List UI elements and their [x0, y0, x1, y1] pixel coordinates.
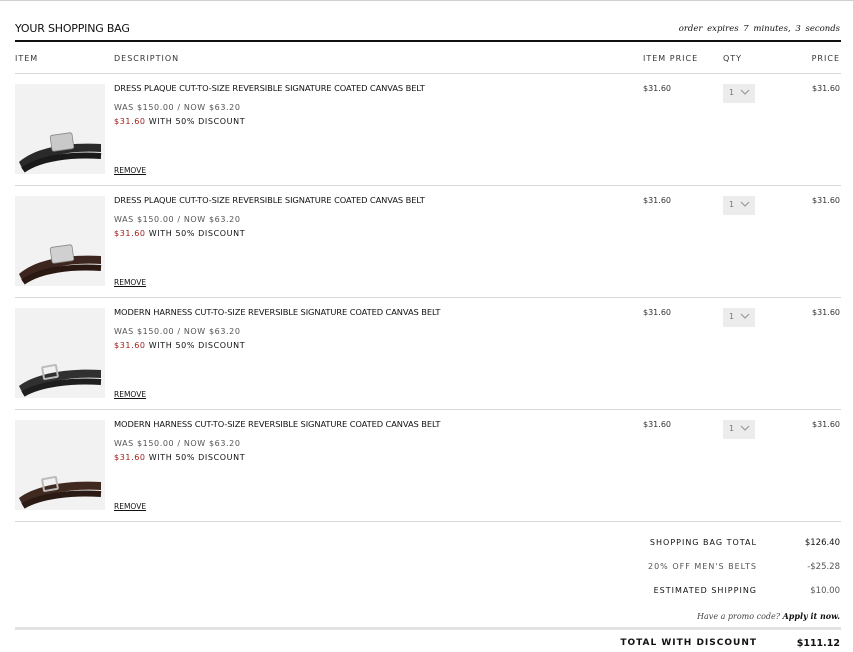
column-header-description: DESCRIPTION: [114, 54, 180, 63]
total-divider: [15, 627, 841, 630]
discount-line: $31.60 WITH 50% DISCOUNT: [114, 117, 245, 126]
discount-text: WITH 50% DISCOUNT: [145, 453, 246, 462]
cart-item-row: DRESS PLAQUE CUT-TO-SIZE REVERSIBLE SIGN…: [0, 186, 853, 298]
discount-line: $31.60 WITH 50% DISCOUNT: [114, 453, 245, 462]
discount-price: $31.60: [114, 117, 146, 126]
line-price: $31.60: [812, 196, 840, 205]
price-was-now: WAS $150.00 / NOW $63.20: [114, 439, 241, 448]
discount-text: WITH 50% DISCOUNT: [145, 229, 246, 238]
total-value: $111.12: [796, 638, 840, 649]
column-header-qty: QTY: [723, 54, 743, 63]
bag-total-label: SHOPPING BAG TOTAL: [649, 538, 757, 547]
chevron-down-icon: [740, 313, 750, 319]
product-thumbnail[interactable]: [15, 84, 105, 174]
discount-line: $31.60 WITH 50% DISCOUNT: [114, 341, 245, 350]
shipping-value: $10.00: [810, 586, 840, 596]
remove-link[interactable]: REMOVE: [114, 390, 146, 399]
quantity-select[interactable]: 1: [723, 84, 755, 103]
cart-item-row: DRESS PLAQUE CUT-TO-SIZE REVERSIBLE SIGN…: [0, 74, 853, 186]
shipping-label: ESTIMATED SHIPPING: [653, 586, 757, 595]
discount-text: WITH 50% DISCOUNT: [145, 117, 246, 126]
quantity-select[interactable]: 1: [723, 420, 755, 439]
line-price: $31.60: [812, 308, 840, 317]
cart-item-row: MODERN HARNESS CUT-TO-SIZE REVERSIBLE SI…: [0, 410, 853, 522]
product-thumbnail[interactable]: [15, 308, 105, 398]
discount-price: $31.60: [114, 341, 146, 350]
promo-question: Have a promo code?: [697, 612, 783, 621]
line-price: $31.60: [812, 84, 840, 93]
discount-price: $31.60: [114, 453, 146, 462]
column-header-item: ITEM: [15, 54, 39, 63]
chevron-down-icon: [740, 201, 750, 207]
quantity-value: 1: [729, 200, 735, 209]
item-price: $31.60: [643, 84, 671, 93]
cart-item-row: MODERN HARNESS CUT-TO-SIZE REVERSIBLE SI…: [0, 298, 853, 410]
price-was-now: WAS $150.00 / NOW $63.20: [114, 327, 241, 336]
quantity-select[interactable]: 1: [723, 196, 755, 215]
discount-line: $31.60 WITH 50% DISCOUNT: [114, 229, 245, 238]
line-price: $31.60: [812, 420, 840, 429]
row-divider: [15, 521, 841, 522]
chevron-down-icon: [740, 89, 750, 95]
price-was-now: WAS $150.00 / NOW $63.20: [114, 103, 241, 112]
quantity-value: 1: [729, 424, 735, 433]
product-thumbnail[interactable]: [15, 196, 105, 286]
page-title: YOUR SHOPPING BAG: [15, 22, 130, 35]
discount-price: $31.60: [114, 229, 146, 238]
brown-harness-belt-image: [19, 476, 102, 509]
header-divider: [15, 40, 841, 42]
promo-discount-value: -$25.28: [807, 562, 840, 572]
order-expiry-timer: order expires 7 minutes, 3 seconds: [678, 24, 840, 34]
price-was-now: WAS $150.00 / NOW $63.20: [114, 215, 241, 224]
remove-link[interactable]: REMOVE: [114, 502, 146, 511]
apply-promo-link[interactable]: Apply it now.: [783, 611, 840, 621]
item-price: $31.60: [643, 196, 671, 205]
quantity-select[interactable]: 1: [723, 308, 755, 327]
item-price: $31.60: [643, 308, 671, 317]
product-name[interactable]: DRESS PLAQUE CUT-TO-SIZE REVERSIBLE SIGN…: [114, 195, 425, 205]
discount-text: WITH 50% DISCOUNT: [145, 341, 246, 350]
bag-total-value: $126.40: [804, 538, 840, 548]
product-name[interactable]: MODERN HARNESS CUT-TO-SIZE REVERSIBLE SI…: [114, 307, 440, 317]
quantity-value: 1: [729, 312, 735, 321]
top-border: [0, 0, 853, 1]
column-header-item-price: ITEM PRICE: [643, 54, 699, 63]
product-name[interactable]: DRESS PLAQUE CUT-TO-SIZE REVERSIBLE SIGN…: [114, 83, 425, 93]
column-header-price: PRICE: [811, 54, 840, 63]
chevron-down-icon: [740, 425, 750, 431]
black-plaque-belt-image: [19, 132, 102, 173]
black-harness-belt-image: [19, 364, 102, 397]
product-thumbnail[interactable]: [15, 420, 105, 510]
remove-link[interactable]: REMOVE: [114, 166, 146, 175]
product-name[interactable]: MODERN HARNESS CUT-TO-SIZE REVERSIBLE SI…: [114, 419, 440, 429]
remove-link[interactable]: REMOVE: [114, 278, 146, 287]
promo-discount-label: 20% OFF MEN'S BELTS: [648, 562, 757, 571]
brown-plaque-belt-image: [19, 244, 102, 285]
total-label: TOTAL WITH DISCOUNT: [620, 638, 757, 648]
quantity-value: 1: [729, 88, 735, 97]
item-price: $31.60: [643, 420, 671, 429]
promo-code-prompt: Have a promo code? Apply it now.: [697, 611, 840, 621]
